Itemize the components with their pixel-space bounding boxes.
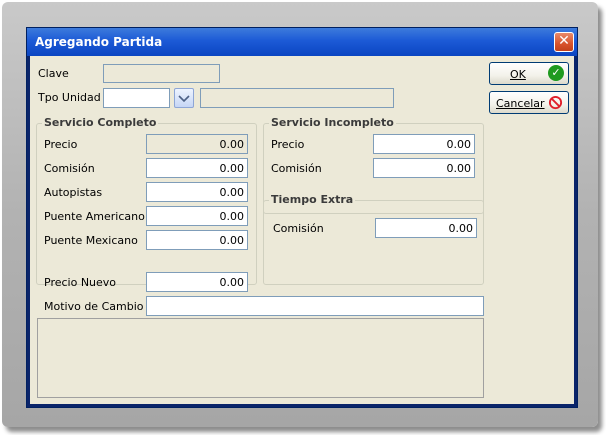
- clave-field[interactable]: [103, 64, 220, 83]
- close-button[interactable]: ✕: [554, 32, 574, 52]
- sc-puente-americano-label: Puente Americano: [44, 210, 145, 223]
- no-entry-icon: [548, 95, 563, 110]
- title-bar[interactable]: Agregando Partida ✕: [27, 28, 577, 56]
- tpo-unidad-description: [200, 88, 394, 108]
- sc-autopistas-field[interactable]: 0.00: [146, 182, 248, 202]
- sc-comision-field[interactable]: 0.00: [146, 158, 248, 178]
- servicio-completo-title: Servicio Completo: [42, 116, 159, 129]
- si-comision-label: Comisión: [271, 162, 322, 175]
- te-comision-label: Comisión: [273, 222, 324, 235]
- motivo-cambio-field[interactable]: [146, 296, 484, 316]
- sc-comision-label: Comisión: [44, 162, 95, 175]
- ok-button[interactable]: OK ✓: [489, 62, 569, 85]
- sc-puente-mexicano-label: Puente Mexicano: [44, 234, 138, 247]
- sc-puente-mexicano-field[interactable]: 0.00: [146, 230, 248, 250]
- cancel-button-label: Cancelar: [496, 97, 545, 110]
- precio-nuevo-field[interactable]: 0.00: [146, 272, 248, 292]
- sc-precio-field[interactable]: 0.00: [146, 134, 248, 154]
- window-title: Agregando Partida: [35, 35, 163, 49]
- sc-precio-label: Precio: [44, 138, 78, 151]
- si-precio-label: Precio: [271, 138, 305, 151]
- chevron-down-icon: [178, 95, 190, 103]
- tpo-unidad-label: Tpo Unidad: [38, 91, 101, 104]
- cancel-button[interactable]: Cancelar: [489, 91, 569, 114]
- clave-label: Clave: [38, 67, 69, 80]
- te-comision-field[interactable]: 0.00: [375, 218, 477, 238]
- close-icon: ✕: [558, 33, 570, 49]
- precio-nuevo-label: Precio Nuevo: [44, 276, 117, 289]
- sc-autopistas-label: Autopistas: [44, 186, 103, 199]
- si-comision-field[interactable]: 0.00: [373, 158, 475, 178]
- notes-panel[interactable]: [37, 318, 484, 398]
- servicio-incompleto-title: Servicio Incompleto: [269, 116, 396, 129]
- dialog-body: Clave Tpo Unidad OK ✓ Cancelar Servicio …: [30, 56, 574, 404]
- motivo-cambio-label: Motivo de Cambio: [44, 300, 144, 313]
- dialog-window: Agregando Partida ✕ Clave Tpo Unidad OK …: [26, 27, 578, 408]
- checkmark-icon: ✓: [548, 65, 564, 81]
- tiempo-extra-title: Tiempo Extra: [269, 193, 356, 206]
- si-precio-field[interactable]: 0.00: [373, 134, 475, 154]
- ok-button-label: OK: [510, 68, 526, 81]
- tpo-unidad-dropdown-button[interactable]: [174, 88, 194, 108]
- sc-puente-americano-field[interactable]: 0.00: [146, 206, 248, 226]
- tpo-unidad-field[interactable]: [103, 88, 170, 108]
- tiempo-extra-group: Tiempo Extra: [263, 193, 484, 285]
